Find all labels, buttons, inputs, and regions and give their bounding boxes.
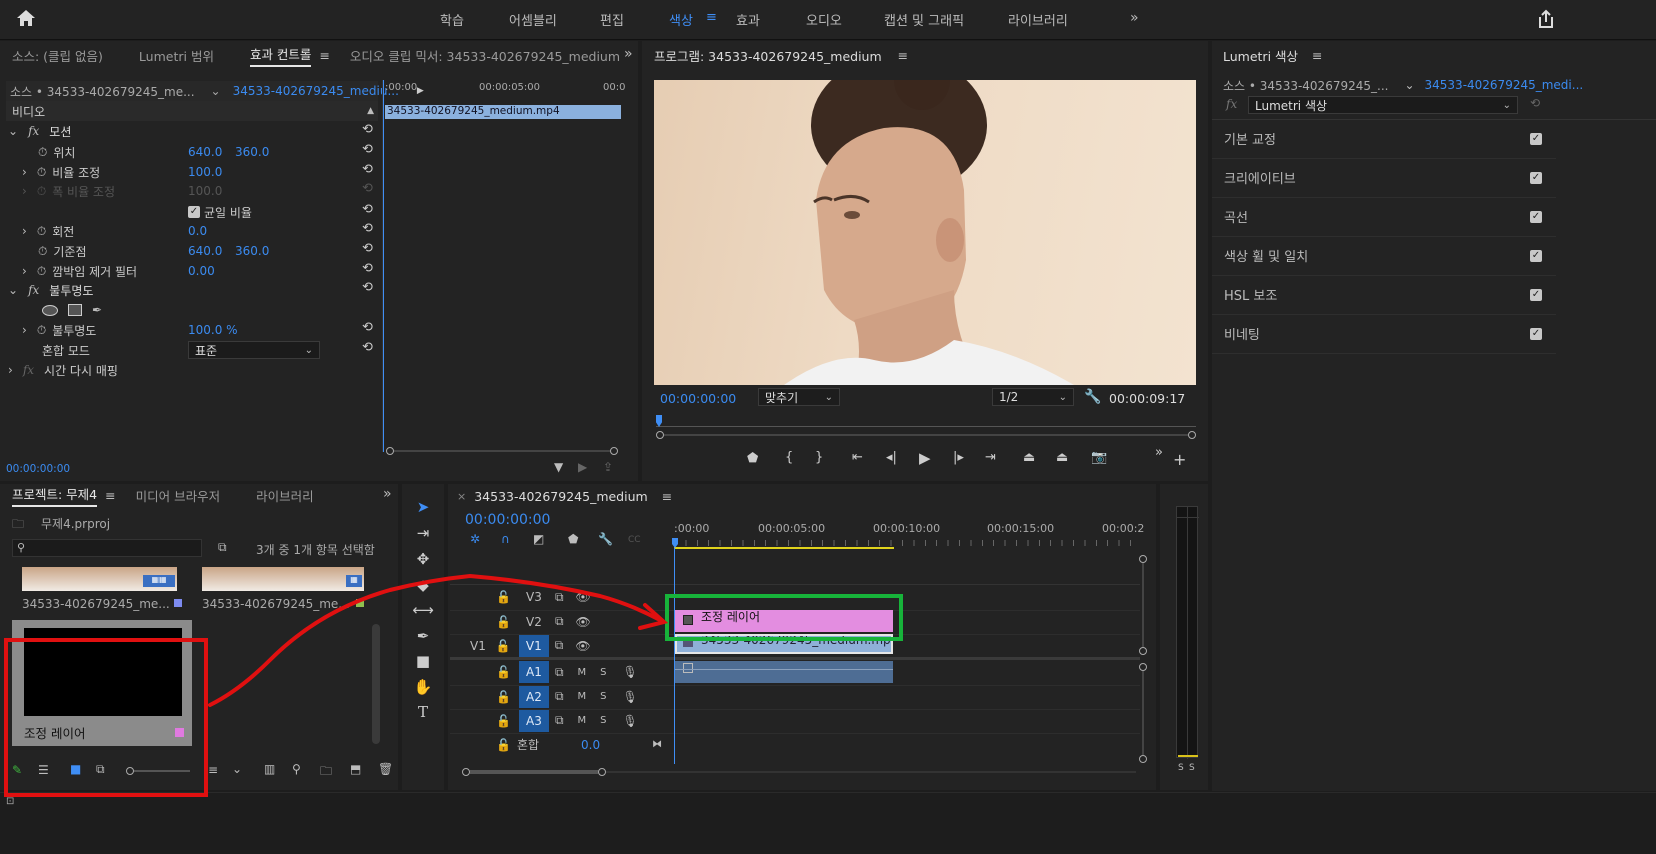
red-arrow-stroke [208,573,662,707]
green-highlight-box [665,594,903,641]
annotation-overlay [4,573,903,797]
red-highlight-box [4,638,208,797]
